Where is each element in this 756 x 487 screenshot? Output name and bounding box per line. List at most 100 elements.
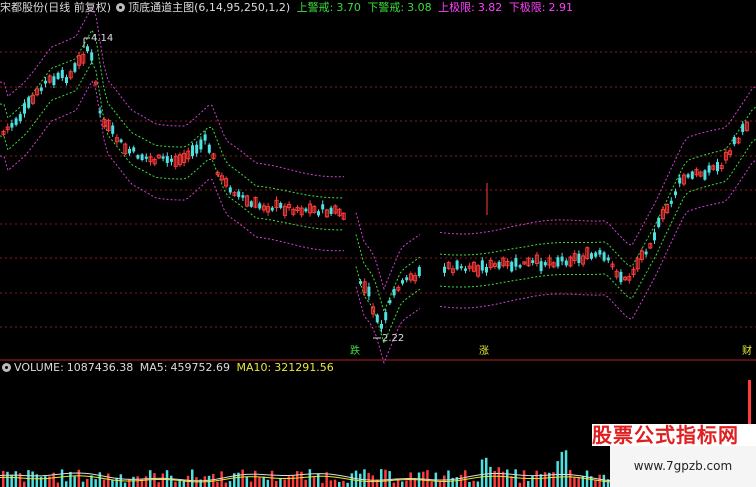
volume-bar-37 (157, 482, 160, 487)
indicator-name[interactable]: 顶底通道主图(6,14,95,250,1,2) (128, 1, 290, 14)
volume-bar-126 (531, 475, 534, 487)
volume-bar-90 (380, 469, 383, 487)
volume-bar-26 (111, 479, 114, 487)
candle-body-84 (367, 286, 371, 297)
volume-bar-41 (174, 481, 177, 487)
volume-settings-gear-icon[interactable] (2, 363, 11, 372)
volume-bar-20 (86, 478, 89, 487)
candle-body-2 (10, 123, 14, 128)
candle-body-4 (18, 114, 22, 122)
volume-bar-120 (506, 469, 509, 487)
candle-body-129 (577, 253, 581, 263)
volume-bar-64 (270, 470, 274, 487)
candle-body-32 (136, 155, 140, 159)
candle-body-72 (304, 208, 308, 212)
candle-body-159 (703, 170, 707, 180)
volume-bar-111 (468, 482, 471, 487)
candle-body-39 (165, 156, 169, 163)
candle-body-92 (401, 280, 404, 284)
candle-body-86 (375, 314, 379, 323)
volume-bar-110 (464, 470, 467, 487)
volume-bar-58 (245, 477, 249, 487)
candle-body-26 (111, 125, 115, 134)
volume-bar-86 (363, 469, 366, 487)
candle-body-96 (417, 267, 421, 276)
volume-bar-10 (44, 476, 47, 487)
volume-bar-25 (107, 473, 110, 487)
candle-body-21 (90, 52, 94, 61)
volume-bar-91 (384, 469, 387, 487)
volume-bar-0 (2, 471, 5, 487)
upper-limit-value: 3.82 (477, 1, 503, 14)
volume-bar-114 (480, 459, 484, 487)
volume-bar-106 (447, 470, 450, 487)
candle-body-132 (590, 253, 593, 259)
settings-gear-icon[interactable] (116, 3, 126, 12)
volume-bar-81 (342, 480, 345, 487)
candle-body-107 (485, 267, 488, 273)
ma5-label: MA5: (139, 361, 168, 374)
volume-bar-38 (161, 473, 165, 487)
volume-bar-76 (321, 482, 324, 487)
candle-body-139 (619, 271, 623, 283)
candle-body-61 (258, 203, 262, 209)
volume-bar-134 (564, 450, 568, 487)
candle-body-147 (653, 232, 656, 241)
volume-bar-57 (241, 469, 244, 487)
candle-body-17 (73, 63, 77, 72)
candle-body-114 (514, 258, 518, 267)
candle-body-28 (119, 139, 123, 143)
candle-body-113 (510, 261, 514, 272)
signal-die-label: 跌 (350, 346, 360, 357)
volume-bar-78 (329, 480, 333, 487)
volume-bar-30 (128, 479, 131, 487)
volume-bar-15 (65, 481, 68, 487)
lower-warning-value: 3.08 (407, 1, 432, 14)
ma5-value: 459752.69 (170, 361, 231, 374)
volume-bar-3 (14, 471, 18, 487)
candle-body-110 (497, 261, 501, 269)
candle-body-106 (480, 260, 484, 271)
volume-bar-102 (430, 481, 433, 487)
candle-body-100 (455, 260, 459, 270)
volume-bar-69 (291, 475, 295, 487)
candle-body-101 (459, 266, 463, 269)
volume-bar-65 (275, 481, 278, 487)
candle-body-126 (564, 260, 568, 266)
candle-body-93 (405, 277, 409, 281)
candle-body-13 (56, 72, 60, 79)
candle-body-5 (23, 103, 26, 114)
indicator-header: 宋都股份(日线 前复权) 顶底通道主图(6,14,95,250,1,2) 上警戒:… (0, 0, 576, 16)
volume-bar-17 (73, 476, 76, 487)
volume-bar-116 (489, 466, 492, 487)
candle-body-166 (732, 137, 736, 145)
signal-cai-label: 财 (742, 346, 752, 357)
volume-bar-94 (396, 479, 400, 487)
volume-bar-118 (497, 467, 501, 487)
candle-body-168 (741, 124, 745, 132)
volume-bar-22 (94, 479, 97, 487)
candle-body-136 (606, 257, 610, 261)
volume-bar-61 (258, 477, 261, 487)
volume-bar-2 (10, 475, 13, 487)
candle-body-15 (65, 77, 68, 83)
chart-canvas[interactable] (0, 0, 756, 487)
volume-bar-63 (266, 479, 270, 487)
signal-zhang-label: 涨 (479, 346, 489, 357)
candle-body-30 (128, 148, 131, 154)
candle-body-57 (241, 195, 245, 198)
candle-body-54 (228, 187, 232, 193)
lower-warning-label: 下警戒: (367, 1, 405, 14)
candle-body-48 (203, 134, 207, 141)
candle-body-134 (598, 250, 602, 255)
volume-bar-137 (577, 477, 580, 487)
candle-body-124 (556, 257, 560, 267)
watermark-overlay: 股票公式指标网 www.7gpzb.com (592, 424, 756, 487)
volume-bar-93 (392, 482, 396, 487)
volume-bar-135 (569, 469, 572, 487)
stock-chart-window: 宋都股份(日线 前复权) 顶底通道主图(6,14,95,250,1,2) 上警戒:… (0, 0, 756, 487)
candle-body-49 (207, 144, 211, 153)
volume-bar-54 (228, 481, 232, 487)
candle-body-46 (195, 144, 199, 154)
candle-body-75 (317, 211, 320, 216)
